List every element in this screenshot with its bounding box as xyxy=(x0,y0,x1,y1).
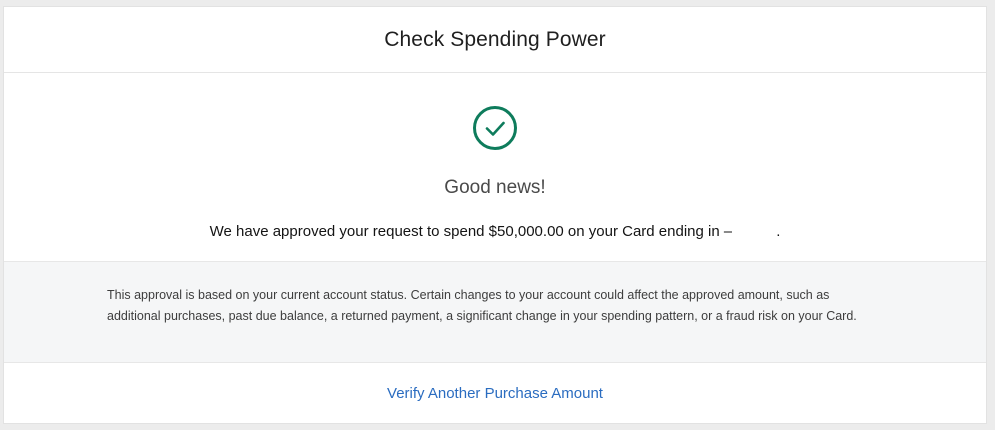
page-title: Check Spending Power xyxy=(384,27,606,51)
verify-another-amount-link[interactable]: Verify Another Purchase Amount xyxy=(387,385,603,402)
approval-message-end: . xyxy=(776,223,781,240)
result-headline: Good news! xyxy=(444,177,546,198)
spending-power-card: Check Spending Power Good news! We have … xyxy=(3,6,987,424)
card-header: Check Spending Power xyxy=(4,7,986,73)
disclaimer-panel: This approval is based on your current a… xyxy=(4,261,986,363)
card-footer: Verify Another Purchase Amount xyxy=(4,363,986,423)
result-section: Good news! We have approved your request… xyxy=(4,73,986,261)
masked-card-digits xyxy=(732,225,777,240)
approval-message: We have approved your request to spend $… xyxy=(4,223,986,240)
check-circle-icon xyxy=(473,106,517,150)
approval-message-text: We have approved your request to spend $… xyxy=(209,223,733,240)
disclaimer-text: This approval is based on your current a… xyxy=(107,288,857,323)
